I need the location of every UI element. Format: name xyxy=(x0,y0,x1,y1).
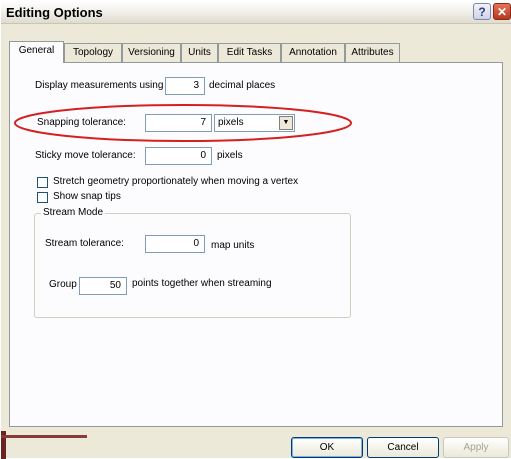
show-snap-tips-label: Show snap tips xyxy=(53,191,121,202)
decimal-places-label: decimal places xyxy=(209,80,276,91)
window-title: Editing Options xyxy=(6,5,103,20)
tab-versioning[interactable]: Versioning xyxy=(122,43,181,62)
help-icon: ? xyxy=(478,4,486,19)
group-label: Group xyxy=(49,279,77,290)
group-points-input[interactable]: 50 xyxy=(79,277,127,295)
group-suffix-label: points together when streaming xyxy=(132,278,272,289)
editing-options-dialog: Editing Options ? ✕ General Topology Ver… xyxy=(0,0,511,459)
tab-topology[interactable]: Topology xyxy=(64,43,122,62)
stream-tolerance-units: map units xyxy=(211,240,255,251)
sticky-move-label: Sticky move tolerance: xyxy=(35,150,136,161)
apply-button[interactable]: Apply xyxy=(443,437,509,458)
tab-edit-tasks[interactable]: Edit Tasks xyxy=(218,43,281,62)
title-bar[interactable]: Editing Options ? ✕ xyxy=(1,1,511,24)
show-snap-tips-checkbox[interactable] xyxy=(37,192,48,203)
tab-units[interactable]: Units xyxy=(181,43,218,62)
stretch-geometry-label: Stretch geometry proportionately when mo… xyxy=(53,176,299,187)
stream-tolerance-input[interactable]: 0 xyxy=(145,235,205,253)
ok-button[interactable]: OK xyxy=(291,437,363,458)
stretch-geometry-checkbox[interactable] xyxy=(37,177,48,188)
sticky-move-input[interactable]: 0 xyxy=(145,147,212,165)
close-icon: ✕ xyxy=(496,4,508,19)
close-button[interactable]: ✕ xyxy=(493,3,511,20)
help-button[interactable]: ? xyxy=(473,3,491,20)
display-measurements-label: Display measurements using xyxy=(35,80,164,91)
stream-mode-legend: Stream Mode xyxy=(41,207,106,218)
decimal-places-input[interactable]: 3 xyxy=(165,77,205,95)
cancel-button[interactable]: Cancel xyxy=(367,437,439,458)
stream-mode-group: Stream Mode Stream tolerance: 0 map unit… xyxy=(34,207,351,318)
stream-tolerance-label: Stream tolerance: xyxy=(45,238,124,249)
tab-general[interactable]: General xyxy=(9,41,64,63)
decorative-edge-line xyxy=(1,435,87,438)
tab-annotation[interactable]: Annotation xyxy=(281,43,345,62)
sticky-move-units: pixels xyxy=(217,150,243,161)
highlight-ellipse xyxy=(14,104,352,142)
tab-attributes[interactable]: Attributes xyxy=(345,43,400,62)
